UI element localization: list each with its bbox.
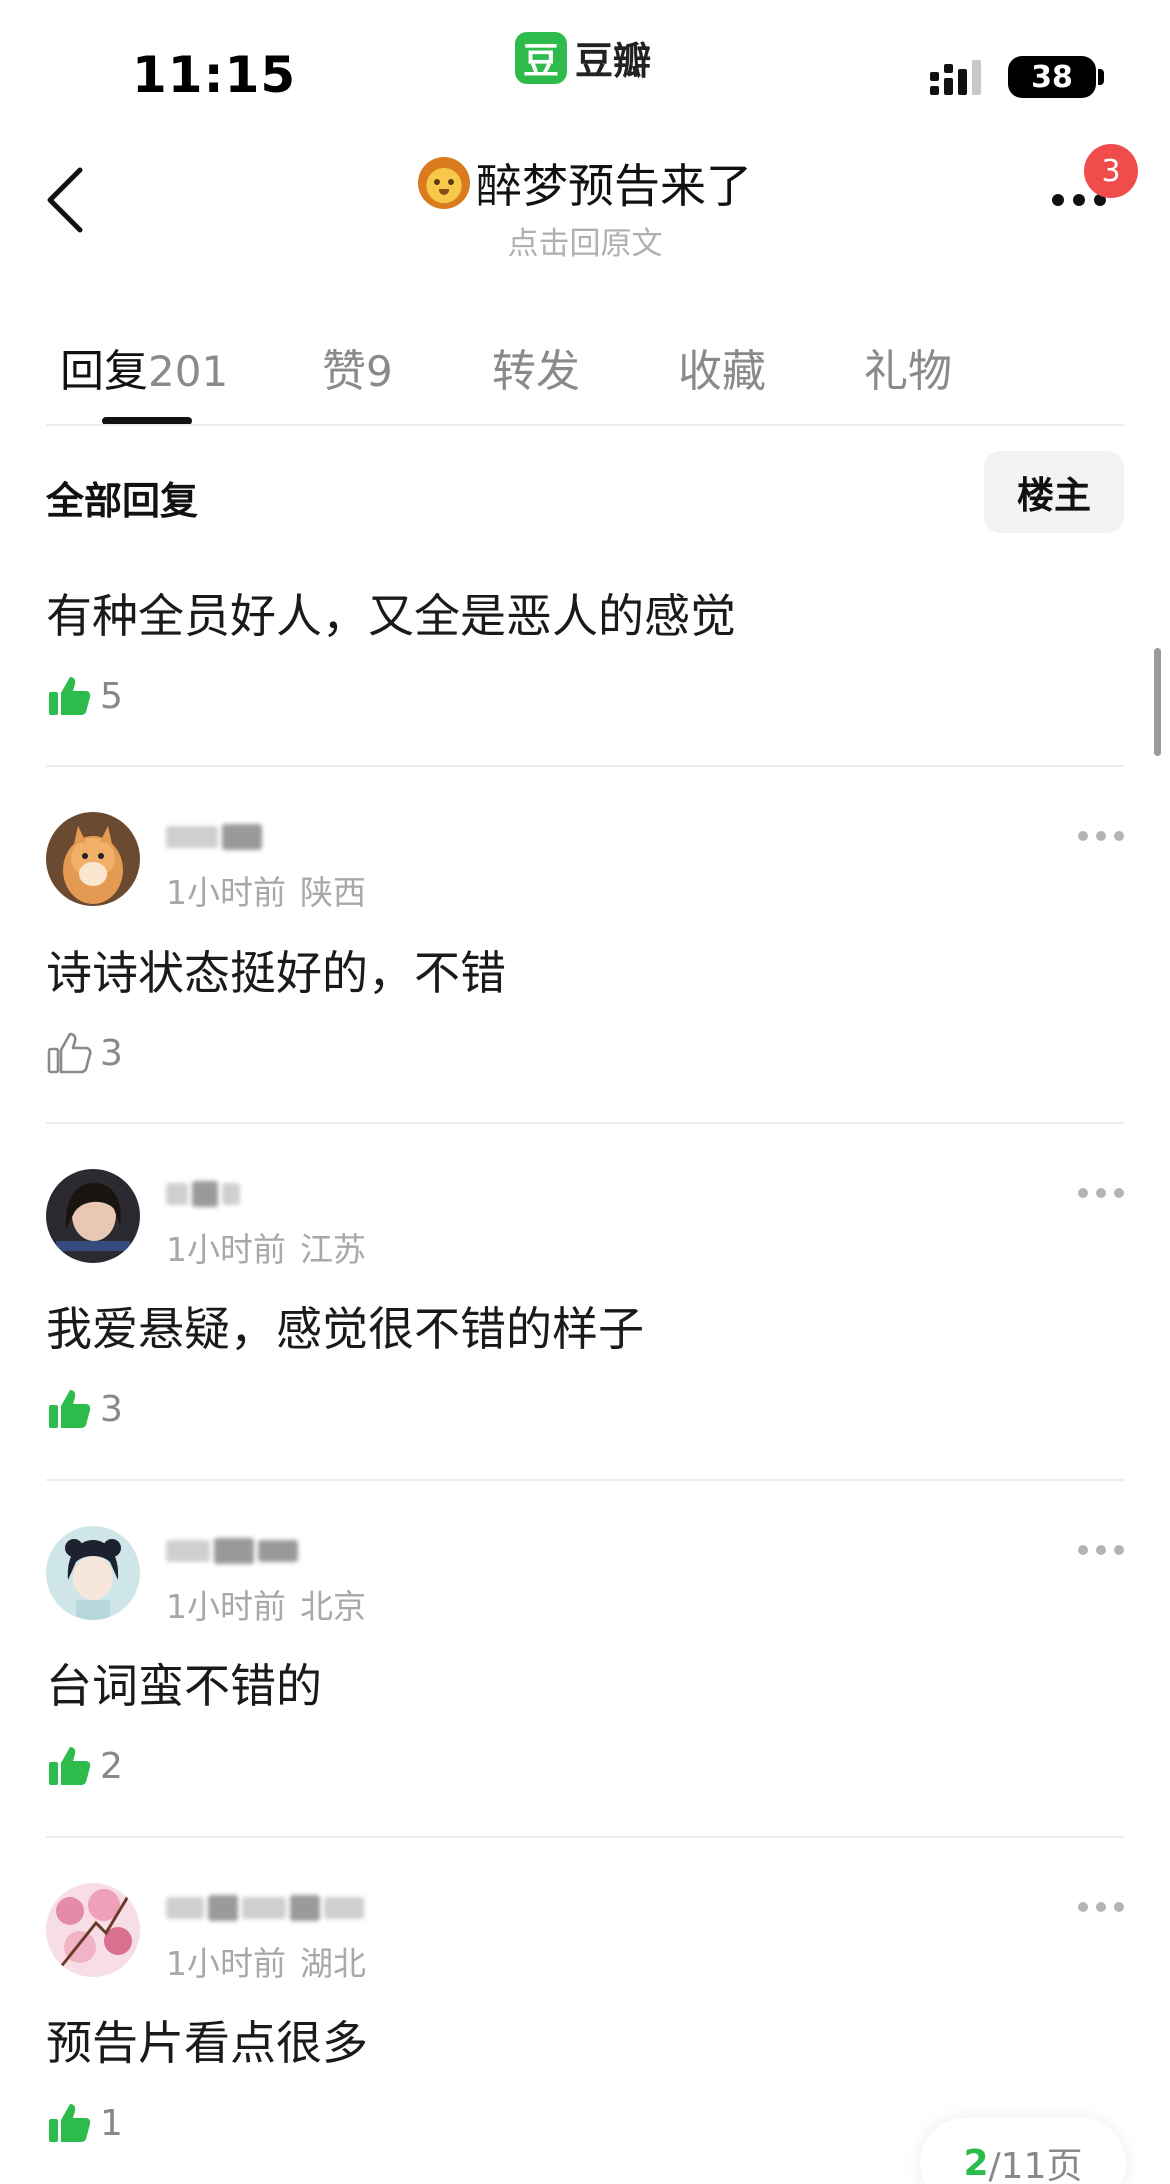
divider — [46, 765, 1124, 767]
back-to-original-link[interactable]: 点击回原文 — [0, 218, 1170, 263]
like-count: 3 — [100, 1388, 123, 1430]
comment-time: 1小时前 — [166, 873, 286, 912]
comment-text: 预告片看点很多 — [46, 2016, 368, 2070]
divider — [46, 1479, 1124, 1481]
comment-more-icon[interactable] — [1078, 1186, 1124, 1200]
like-button[interactable]: 2 — [46, 1743, 123, 1789]
comment-text: 诗诗状态挺好的，不错 — [46, 946, 506, 1000]
divider — [46, 424, 1124, 426]
like-count: 2 — [100, 1745, 123, 1787]
username-redacted[interactable] — [166, 1534, 298, 1568]
divider — [46, 1836, 1124, 1838]
post-title-area[interactable]: 醉梦预告来了 点击回原文 — [0, 150, 1170, 263]
comment-time: 1小时前 — [166, 1944, 286, 1983]
thumbs-up-outline-icon — [47, 1032, 92, 1074]
battery-level: 38 — [1008, 56, 1096, 98]
tab-likes[interactable]: 赞9 — [322, 335, 393, 399]
app-indicator: 豆 豆瓣 — [515, 30, 651, 85]
comment-more-icon[interactable] — [1078, 1543, 1124, 1557]
like-button[interactable]: 1 — [46, 2100, 123, 2146]
tab-likes-label: 赞 — [322, 346, 366, 397]
status-bar: 11:15 豆 豆瓣 38 — [0, 0, 1170, 120]
username-redacted[interactable] — [166, 820, 262, 854]
current-page: 2 — [963, 2142, 989, 2184]
scrollbar-thumb[interactable] — [1154, 648, 1161, 756]
tab-reposts[interactable]: 转发 — [492, 335, 580, 399]
notification-badge: 3 — [1084, 144, 1138, 198]
comment-time: 1小时前 — [166, 1230, 286, 1269]
all-replies-heading: 全部回复 — [46, 479, 199, 523]
lion-emoji-icon — [418, 157, 470, 209]
thumbs-up-filled-icon — [49, 1747, 91, 1785]
divider — [46, 1122, 1124, 1124]
username-redacted[interactable] — [166, 1177, 240, 1211]
comment-more-icon[interactable] — [1078, 829, 1124, 843]
comment-meta: 1小时前 湖北 — [166, 1937, 366, 1985]
like-button[interactable]: 3 — [46, 1030, 123, 1076]
girl-photo-avatar-icon — [46, 1169, 140, 1263]
battery-tip — [1098, 69, 1104, 85]
like-button[interactable]: 5 — [46, 673, 123, 719]
like-count: 3 — [100, 1032, 123, 1074]
cat-avatar-icon — [46, 812, 140, 906]
user-avatar[interactable] — [46, 1526, 140, 1620]
thumbs-up-filled-icon — [49, 1390, 91, 1428]
comment-location: 湖北 — [300, 1944, 366, 1983]
comment-meta: 1小时前 北京 — [166, 1580, 366, 1628]
comment-location: 北京 — [300, 1587, 366, 1626]
comment-meta: 1小时前 江苏 — [166, 1223, 366, 1271]
anime-girl-avatar-icon — [46, 1526, 140, 1620]
comment-location: 江苏 — [300, 1230, 366, 1269]
like-button[interactable]: 3 — [46, 1386, 123, 1432]
comment-text: 我爱悬疑，感觉很不错的样子 — [46, 1302, 644, 1356]
comment-text: 有种全员好人，又全是恶人的感觉 — [46, 589, 736, 643]
comment-text: 台词蛮不错的 — [46, 1659, 322, 1713]
like-count: 5 — [100, 675, 123, 717]
thumbs-up-filled-icon — [49, 2104, 91, 2142]
username-redacted[interactable] — [166, 1891, 364, 1925]
cellular-signal-icon — [930, 60, 981, 95]
op-only-filter-button[interactable]: 楼主 — [984, 451, 1124, 533]
top-nav-bar: 醉梦预告来了 点击回原文 3 — [0, 130, 1170, 263]
page-indicator[interactable]: 2/11页 — [920, 2118, 1126, 2184]
tab-collections[interactable]: 收藏 — [678, 335, 766, 399]
comment-more-icon[interactable] — [1078, 1900, 1124, 1914]
like-count: 1 — [100, 2102, 123, 2144]
user-avatar[interactable] — [46, 1883, 140, 1977]
interaction-tabs: 回复201 赞9 转发 收藏 礼物 — [0, 325, 1170, 425]
pink-flowers-avatar-icon — [46, 1883, 140, 1977]
user-avatar[interactable] — [46, 1169, 140, 1263]
post-title-text: 醉梦预告来了 — [476, 159, 752, 213]
comment-time: 1小时前 — [166, 1587, 286, 1626]
total-pages: /11页 — [988, 2146, 1083, 2184]
tab-gifts[interactable]: 礼物 — [864, 335, 952, 399]
user-avatar[interactable] — [46, 812, 140, 906]
tab-replies-count: 201 — [148, 347, 229, 396]
comment-location: 陕西 — [300, 873, 366, 912]
thumbs-up-filled-icon — [49, 677, 91, 715]
tab-replies-label: 回复 — [60, 346, 148, 397]
comment-meta: 1小时前 陕西 — [166, 866, 366, 914]
status-time: 11:15 — [132, 46, 297, 104]
post-title: 醉梦预告来了 — [418, 150, 752, 216]
tab-likes-count: 9 — [366, 347, 393, 396]
douban-logo-icon: 豆 — [515, 31, 567, 84]
app-name: 豆瓣 — [575, 39, 652, 83]
tab-replies[interactable]: 回复201 — [60, 335, 228, 399]
